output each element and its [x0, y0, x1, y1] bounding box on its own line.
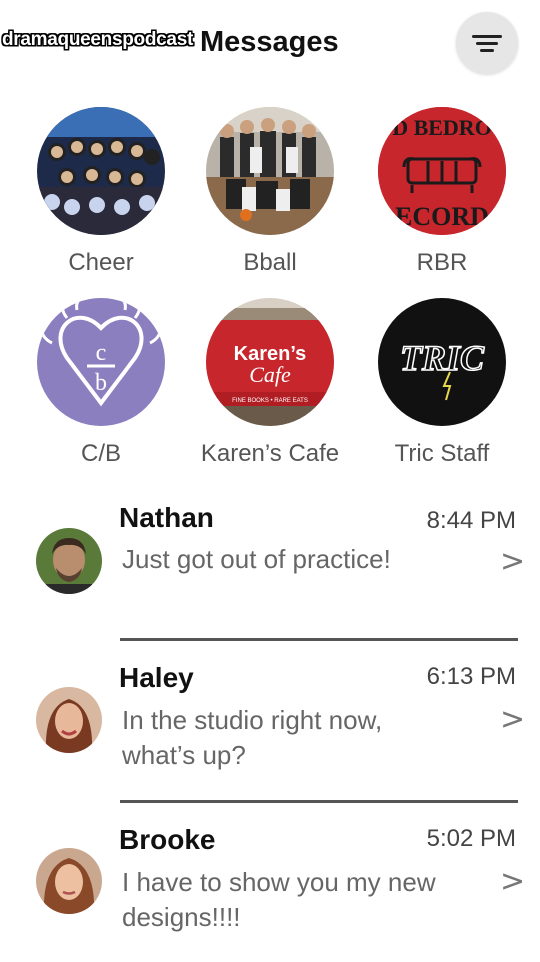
menu-button[interactable]: [456, 12, 518, 74]
contact-name: Haley: [119, 662, 194, 693]
message-time: 5:02 PM: [426, 825, 516, 852]
divider: [120, 638, 518, 641]
menu-icon: [472, 35, 502, 38]
divider: [120, 800, 518, 803]
conversation-haley[interactable]: Haley 6:13 PM In the studio right now, w…: [0, 660, 540, 800]
watermark: dramaqueenspodcast: [2, 29, 193, 50]
chevron-right-icon: >: [500, 544, 526, 579]
group-avatar-tric-staff: TRIC: [378, 298, 506, 426]
group-avatar-cheer: [37, 107, 165, 235]
group-label-tric-staff: Tric Staff: [394, 440, 490, 467]
chevron-right-icon: >: [500, 864, 526, 899]
page-title: Messages: [200, 26, 339, 58]
group-avatar-karens-cafe: Karen’s Cafe FINE BOOKS • RARE EATS: [206, 298, 334, 426]
group-label-rbr: RBR: [416, 249, 468, 276]
message-preview: Just got out of practice!: [122, 544, 391, 574]
group-karens-cafe[interactable]: Karen’s Cafe FINE BOOKS • RARE EATS Kare…: [190, 298, 350, 468]
conversation-nathan[interactable]: Nathan 8:44 PM Just got out of practice!…: [0, 500, 540, 640]
cb-art-bottom: b: [95, 370, 107, 396]
rbr-art-top: D BEDRO: [392, 115, 492, 140]
group-cheer[interactable]: Cheer: [21, 107, 181, 277]
group-avatar-bball: [206, 107, 334, 235]
menu-icon-line: [476, 42, 498, 45]
karens-art-bottom: FINE BOOKS • RARE EATS: [232, 398, 308, 404]
avatar: [36, 528, 102, 594]
menu-icon-line: [480, 49, 494, 52]
group-avatar-cb: c b: [37, 298, 165, 426]
group-avatar-rbr: D BEDRO ECORD: [378, 107, 506, 235]
group-label-karens-cafe: Karen’s Cafe: [200, 440, 340, 467]
chevron-right-icon: >: [500, 702, 526, 737]
contact-name: Brooke: [119, 824, 216, 855]
contact-name: Nathan: [119, 502, 214, 533]
group-tric-staff[interactable]: TRIC Tric Staff: [362, 298, 522, 468]
avatar: [36, 848, 102, 914]
group-label-cheer: Cheer: [68, 249, 134, 276]
group-label-cb: C/B: [80, 440, 121, 467]
karens-art-mid: Cafe: [249, 362, 291, 387]
message-time: 8:44 PM: [426, 507, 516, 534]
message-preview: In the studio right now, what’s up?: [122, 705, 383, 770]
message-preview: I have to show you my new designs!!!!: [122, 867, 436, 932]
tric-art: TRIC: [400, 338, 485, 378]
group-bball[interactable]: Bball: [190, 107, 350, 277]
conversation-brooke[interactable]: Brooke 5:02 PM I have to show you my new…: [0, 822, 540, 962]
cb-art-top: c: [96, 340, 107, 366]
avatar: [36, 687, 102, 753]
rbr-art-bottom: ECORD: [395, 202, 489, 231]
group-cb[interactable]: c b C/B: [21, 298, 181, 468]
group-rbr[interactable]: D BEDRO ECORD RBR: [362, 107, 522, 277]
message-time: 6:13 PM: [426, 663, 516, 690]
group-label-bball: Bball: [243, 249, 297, 276]
